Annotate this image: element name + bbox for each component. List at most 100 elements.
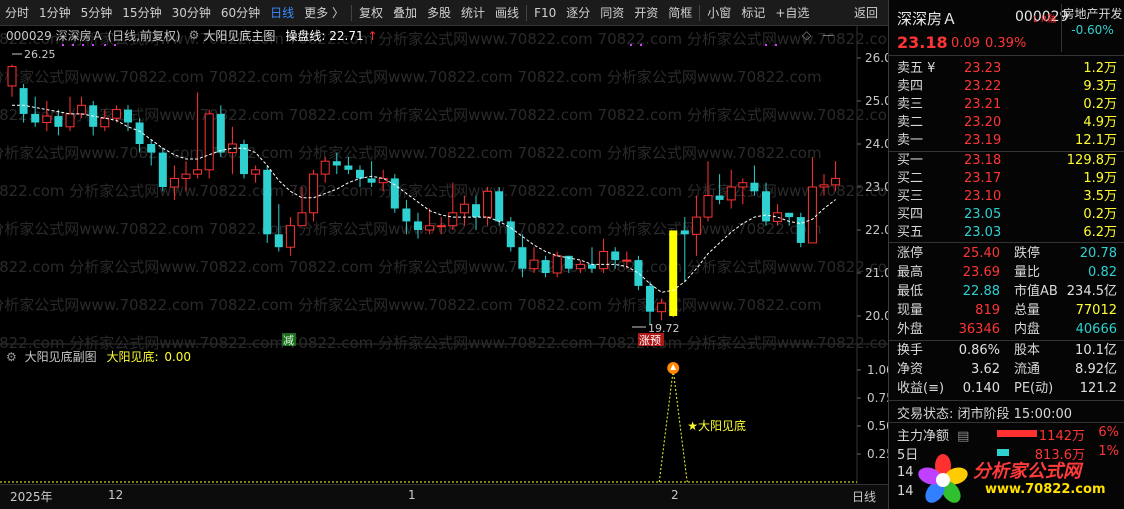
toolbar-item[interactable]: 简框 — [663, 0, 697, 26]
ytick-label: 23.00 — [865, 180, 888, 194]
toolbar-item[interactable]: 画线 — [490, 0, 524, 26]
book-label: 买三 — [897, 189, 924, 204]
stat-label: 内盘 — [1014, 322, 1041, 337]
book-price: 23.19 — [964, 133, 1002, 148]
sub-chart-legend: ⚙ 大阳见底副图 大阳见底: 0.00 — [6, 348, 191, 365]
toolbar-item[interactable]: 分时 — [0, 0, 34, 26]
watermark-text: 70822.com 分析家公式网www.70822.com 70822.com … — [0, 68, 822, 86]
candle-body — [436, 225, 446, 228]
candle-body — [796, 217, 805, 243]
toolbar-item[interactable]: 叠加 — [388, 0, 422, 26]
candle-body — [738, 182, 748, 188]
period-label[interactable]: 日线 — [852, 488, 876, 505]
candle-body — [19, 88, 28, 114]
sector-box[interactable]: 房地产开发 -0.60% — [1061, 4, 1123, 52]
table-icon[interactable]: ▤ — [957, 429, 969, 444]
toolbar-item[interactable]: 日线 — [265, 0, 299, 26]
stat-value: 0.82 — [1088, 265, 1117, 280]
sub-series-value: 0.00 — [164, 350, 192, 364]
stat-row: 最低 22.88 市值AB 234.5亿 — [889, 282, 1124, 301]
toolbar-item[interactable]: 多股 — [422, 0, 456, 26]
candle-body — [831, 177, 841, 186]
book-volume: 9.3万 — [1083, 79, 1117, 94]
stat-label: 流通 — [1014, 362, 1041, 377]
bid-row[interactable]: 买三 23.10 3.5万 — [889, 188, 1124, 206]
bid-row[interactable]: 买二 23.17 1.9万 — [889, 170, 1124, 188]
toolbar-item[interactable]: +自选 — [770, 0, 814, 26]
toolbar-item[interactable]: 逐分 — [561, 0, 595, 26]
date-label-year: 2025年 — [10, 490, 53, 504]
toolbar-item[interactable]: 标记 — [736, 0, 770, 26]
list-item: 14 — [897, 465, 914, 480]
ask-row[interactable]: 卖三 23.21 0.2万 — [889, 96, 1124, 114]
sub-indicator-name[interactable]: 大阳见底副图 — [25, 350, 97, 364]
candle-body — [807, 186, 817, 244]
candle-body — [402, 208, 411, 222]
bid-row[interactable]: 买五 23.03 6.2万 — [889, 224, 1124, 242]
stat-value: 3.62 — [971, 362, 1000, 377]
main-flow-row: 主力净额 ▤ 1142万 6% — [897, 425, 1119, 444]
bid-row[interactable]: 买一 23.18 129.8万 — [889, 152, 1124, 170]
candle-body — [691, 216, 701, 235]
toolbar-item[interactable]: 60分钟 — [216, 0, 265, 26]
minus-icon[interactable]: — — [822, 28, 834, 42]
candle-body — [344, 165, 353, 170]
toolbar-item[interactable]: 统计 — [456, 0, 490, 26]
toolbar-item[interactable]: 30分钟 — [167, 0, 216, 26]
stat-row: 净资 3.62 流通 8.92亿 — [889, 360, 1124, 379]
ytick-label: 0.50 — [867, 419, 888, 433]
ytick-label: 0.25 — [867, 447, 888, 461]
candle-body — [634, 260, 643, 286]
candle-body — [158, 152, 167, 187]
book-price: 23.23 — [964, 61, 1002, 76]
stat-value: 0.86% — [958, 343, 1000, 358]
toolbar-item[interactable]: 复权 — [354, 0, 388, 26]
gear-icon[interactable]: ⚙ — [6, 350, 17, 364]
stock-title: 000029 深深房Ａ (日线,前复权) — [6, 28, 181, 43]
main-flow-value: 1142万 — [1038, 429, 1085, 444]
price-chart[interactable]: 70822.com 分析家公式网www.70822.com 70822.com … — [0, 26, 888, 484]
main-indicator-name[interactable]: 大阳见底主图 — [203, 27, 275, 44]
ask-row[interactable]: 卖五 ¥ 23.23 1.2万 — [889, 60, 1124, 78]
high-price-label: 26.25 — [24, 48, 56, 61]
candle-body — [54, 116, 63, 127]
toolbar-item[interactable]: 开资 — [629, 0, 663, 26]
book-price: 23.03 — [964, 225, 1002, 240]
ask-row[interactable]: 卖一 23.19 12.1万 — [889, 132, 1124, 150]
toolbar-item[interactable]: 返回 — [849, 0, 888, 26]
toolbar-item[interactable]: 1分钟 — [34, 0, 76, 26]
ask-row[interactable]: 卖二 23.20 4.9万 — [889, 114, 1124, 132]
toolbar-item[interactable]: 同资 — [595, 0, 629, 26]
candle-body — [448, 212, 458, 227]
bid-row[interactable]: 买四 23.05 0.2万 — [889, 206, 1124, 224]
toolbar-item[interactable]: 更多 〉 — [299, 0, 349, 26]
stat-label: 收益(≡) — [897, 381, 945, 396]
up-arrow-icon: ↑ — [367, 28, 378, 43]
candle-body — [541, 260, 550, 273]
candle-body — [750, 182, 759, 192]
stat-value: 77012 — [1075, 303, 1117, 318]
list-item: 14 — [897, 484, 914, 499]
gear-icon[interactable]: ⚙ — [189, 28, 200, 42]
stat-row: 收益(≡) 0.140 PE(动) 121.2 — [889, 379, 1124, 398]
stat-value: 0.140 — [962, 381, 1000, 396]
last-price: 23.18 — [897, 33, 948, 52]
book-price: 23.21 — [964, 97, 1002, 112]
ask-row[interactable]: 卖四 23.22 9.3万 — [889, 78, 1124, 96]
ytick-label: 22.00 — [865, 223, 888, 237]
toolbar-item[interactable]: 小窗 — [702, 0, 736, 26]
candle-body — [657, 302, 667, 313]
toolbar-item[interactable]: 15分钟 — [117, 0, 166, 26]
candle-body — [459, 203, 469, 214]
price-change: 0.09 — [951, 36, 980, 51]
diamond-icon[interactable]: ◇ — [802, 28, 811, 42]
book-label: 买二 — [897, 171, 924, 186]
candle-body — [100, 117, 110, 128]
toolbar-item[interactable]: F10 — [529, 0, 561, 26]
stat-row: 现量 819 总量 77012 — [889, 301, 1124, 320]
bid-book: 买一 23.18 129.8万 买二 23.17 1.9万 买三 23.10 3.5万 买四 23.… — [889, 152, 1124, 242]
candle-body — [216, 113, 225, 153]
toolbar-item[interactable]: 5分钟 — [76, 0, 118, 26]
logo-title: 分析家公式网 — [973, 461, 1081, 482]
quote-header: 深深房Ａ 000029 L R融 23.18 0.09 0.39% 房地产开发 … — [889, 0, 1124, 56]
